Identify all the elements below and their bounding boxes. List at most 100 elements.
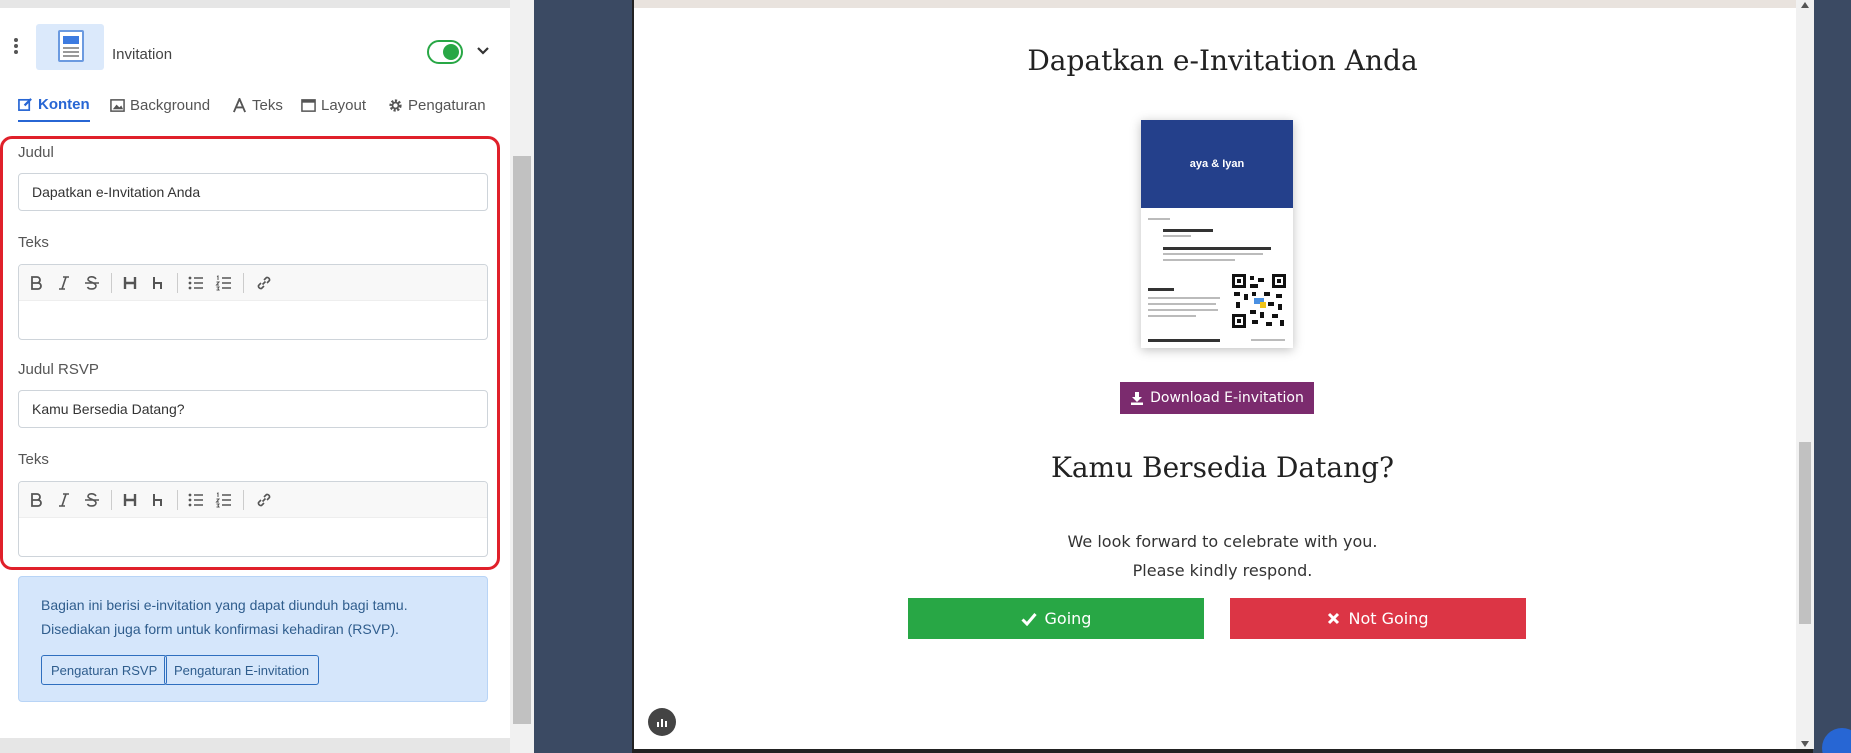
- card-text-line: [1148, 297, 1220, 299]
- chevron-down-icon[interactable]: [476, 44, 490, 58]
- toolbar-divider: [111, 490, 112, 510]
- teks-rsvp-label: Teks: [18, 451, 49, 468]
- einvitation-heading: Dapatkan e-Invitation Anda: [1027, 44, 1418, 77]
- card-text-line: [1163, 247, 1271, 250]
- toolbar-divider: [177, 490, 178, 510]
- einvitation-card-image: aya & Iyan: [1141, 120, 1293, 348]
- card-text-line: [1148, 315, 1196, 317]
- rte-toolbar: [19, 265, 487, 301]
- preview-scrollbar[interactable]: [1796, 0, 1814, 749]
- tab-background[interactable]: Background: [110, 88, 210, 122]
- scroll-down-icon[interactable]: [1801, 741, 1809, 747]
- judul-input[interactable]: [18, 173, 488, 211]
- toolbar-divider: [177, 273, 178, 293]
- rsvp-heading: Kamu Bersedia Datang?: [1050, 451, 1395, 484]
- info-alert: Bagian ini berisi e-invitation yang dapa…: [18, 576, 488, 702]
- bold-icon[interactable]: [25, 490, 47, 510]
- bold-icon[interactable]: [25, 273, 47, 293]
- tab-label: Layout: [321, 96, 367, 114]
- tab-label: Pengaturan: [408, 96, 486, 114]
- card-text-line: [1148, 303, 1216, 305]
- going-label: Going: [1044, 609, 1092, 628]
- info-text: Bagian ini berisi e-invitation yang dapa…: [41, 597, 408, 637]
- card-text-line: [1148, 339, 1220, 342]
- toolbar-divider: [243, 273, 244, 293]
- teks-label: Teks: [18, 234, 49, 251]
- check-icon: [1020, 612, 1037, 626]
- card-names: aya & Iyan: [1189, 158, 1245, 170]
- card-text-line: [1163, 259, 1235, 261]
- link-icon[interactable]: [253, 273, 275, 293]
- card-text-line: [1251, 339, 1285, 341]
- toolbar-divider: [111, 273, 112, 293]
- tab-pengaturan[interactable]: Pengaturan: [388, 88, 486, 122]
- italic-icon[interactable]: [53, 490, 75, 510]
- block-editor-card: Invitation Konten Background Teks Layout: [0, 8, 510, 738]
- strikethrough-icon[interactable]: [81, 490, 103, 510]
- block-enabled-toggle[interactable]: [427, 40, 463, 64]
- chat-widget-button[interactable]: [1822, 728, 1851, 753]
- rsvp-message-line2: Please kindly respond.: [1132, 561, 1313, 580]
- judul-rsvp-input[interactable]: [18, 390, 488, 428]
- scroll-up-icon[interactable]: [1801, 2, 1809, 8]
- page-preview: Dapatkan e-Invitation Anda aya & Iyan Do…: [632, 0, 1813, 753]
- rsvp-message-line1: We look forward to celebrate with you.: [1067, 532, 1378, 551]
- judul-rsvp-label: Judul RSVP: [18, 361, 99, 378]
- tab-teks[interactable]: Teks: [232, 88, 283, 122]
- bullet-list-icon[interactable]: [185, 273, 207, 293]
- download-icon: [1131, 392, 1144, 405]
- card-header: aya & Iyan: [1141, 120, 1293, 208]
- qr-code-icon: [1232, 274, 1286, 328]
- invitation-thumbnail-icon: [36, 24, 104, 70]
- link-icon[interactable]: [253, 490, 275, 510]
- rsvp-settings-button[interactable]: Pengaturan RSVP: [41, 655, 168, 685]
- editor-panel: Invitation Konten Background Teks Layout: [0, 0, 534, 753]
- window-icon: [301, 98, 316, 112]
- heading-large-icon[interactable]: [119, 273, 141, 293]
- tab-label: Teks: [252, 96, 283, 114]
- block-title: Invitation: [112, 46, 173, 63]
- tab-konten[interactable]: Konten: [18, 88, 90, 122]
- block-header: Invitation: [0, 16, 510, 70]
- rte-toolbar: [19, 482, 487, 518]
- gear-icon: [389, 98, 402, 112]
- einvitation-settings-button[interactable]: Pengaturan E-invitation: [164, 655, 320, 685]
- font-icon: [233, 97, 246, 112]
- scrollbar-thumb[interactable]: [513, 156, 531, 724]
- going-button[interactable]: Going: [908, 598, 1204, 639]
- chart-floating-button-icon[interactable]: [648, 708, 676, 736]
- judul-label: Judul: [18, 144, 54, 161]
- not-going-label: Not Going: [1348, 609, 1429, 628]
- tab-label: Konten: [38, 95, 90, 113]
- panel-scrollbar[interactable]: [510, 0, 534, 753]
- editor-tabs: Konten Background Teks Layout Pengaturan: [0, 88, 510, 124]
- drag-handle-icon[interactable]: [14, 38, 20, 58]
- download-label: Download E-invitation: [1150, 390, 1304, 406]
- toolbar-divider: [243, 490, 244, 510]
- image-icon: [110, 98, 125, 112]
- scrollbar-thumb[interactable]: [1799, 442, 1811, 624]
- numbered-list-icon[interactable]: [213, 490, 235, 510]
- italic-icon[interactable]: [53, 273, 75, 293]
- numbered-list-icon[interactable]: [213, 273, 235, 293]
- download-einvitation-button[interactable]: Download E-invitation: [1120, 382, 1314, 414]
- tab-label: Background: [130, 96, 211, 114]
- card-text-line: [1148, 218, 1170, 220]
- teks-rsvp-editor[interactable]: [18, 481, 488, 557]
- tab-layout[interactable]: Layout: [301, 88, 366, 122]
- heading-large-icon[interactable]: [119, 490, 141, 510]
- edit-icon: [18, 97, 32, 111]
- card-text-line: [1163, 229, 1213, 232]
- strikethrough-icon[interactable]: [81, 273, 103, 293]
- card-text-line: [1163, 253, 1263, 255]
- close-icon: [1328, 612, 1340, 625]
- card-text-line: [1148, 288, 1174, 291]
- heading-small-icon[interactable]: [147, 273, 169, 293]
- preview-top-image-strip: [634, 0, 1811, 8]
- heading-small-icon[interactable]: [147, 490, 169, 510]
- not-going-button[interactable]: Not Going: [1230, 598, 1526, 639]
- teks-editor[interactable]: [18, 264, 488, 340]
- bullet-list-icon[interactable]: [185, 490, 207, 510]
- card-text-line: [1163, 235, 1191, 237]
- card-text-line: [1148, 309, 1218, 311]
